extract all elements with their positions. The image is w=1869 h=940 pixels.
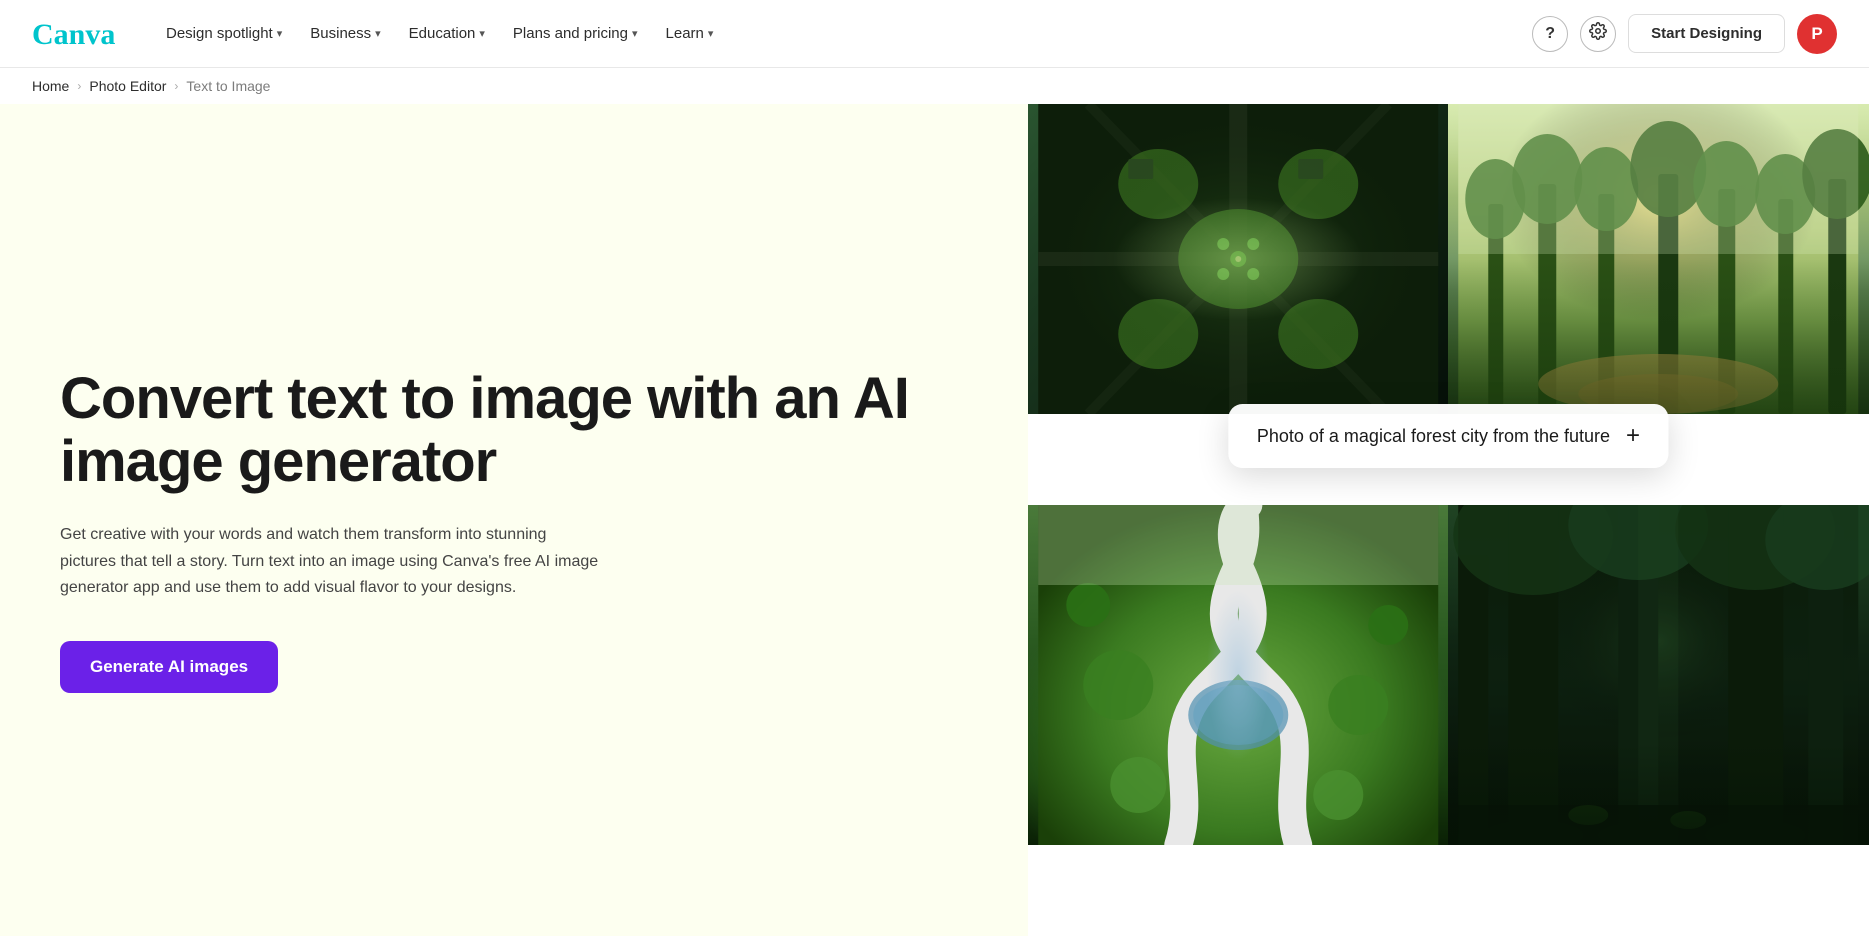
chevron-down-icon: ▾	[277, 27, 283, 40]
question-icon: ?	[1545, 25, 1555, 43]
chevron-down-icon: ▾	[375, 27, 381, 40]
prompt-add-button[interactable]: +	[1626, 422, 1640, 450]
grid-image-bottom-left	[1028, 505, 1449, 936]
main-content: Convert text to image with an AI image g…	[0, 104, 1869, 936]
breadcrumb-photo-editor[interactable]: Photo Editor	[89, 78, 166, 94]
grid-image-bottom-right	[1448, 505, 1869, 936]
ai-prompt-overlay[interactable]: Photo of a magical forest city from the …	[1229, 404, 1668, 468]
nav-links: Design spotlight ▾ Business ▾ Education …	[154, 17, 1524, 50]
misty-forest-image	[1448, 104, 1869, 414]
gear-icon	[1589, 22, 1607, 45]
forest-city-aerial-image	[1028, 104, 1449, 414]
breadcrumb-separator-1: ›	[77, 79, 81, 93]
chevron-down-icon: ▾	[479, 27, 485, 40]
nav-actions: ? Start Designing P	[1532, 14, 1837, 54]
canva-logo[interactable]: Canva	[32, 16, 122, 52]
nav-design-spotlight[interactable]: Design spotlight ▾	[154, 17, 294, 50]
nav-business[interactable]: Business ▾	[298, 17, 392, 50]
user-avatar-button[interactable]: P	[1797, 14, 1837, 54]
hero-description: Get creative with your words and watch t…	[60, 522, 600, 601]
start-designing-button[interactable]: Start Designing	[1628, 14, 1785, 53]
help-button[interactable]: ?	[1532, 16, 1568, 52]
image-grid: Photo of a magical forest city from the …	[1028, 104, 1869, 936]
breadcrumb-current-page: Text to Image	[186, 78, 270, 94]
dark-forest-image	[1448, 505, 1869, 845]
generate-ai-images-button[interactable]: Generate AI images	[60, 641, 278, 693]
nav-learn[interactable]: Learn ▾	[654, 17, 726, 50]
hero-title: Convert text to image with an AI image g…	[60, 367, 968, 495]
winding-road-image	[1028, 505, 1449, 845]
breadcrumb-separator-2: ›	[174, 79, 178, 93]
svg-text:Canva: Canva	[32, 18, 115, 51]
hero-section: Convert text to image with an AI image g…	[0, 104, 1028, 936]
settings-button[interactable]	[1580, 16, 1616, 52]
breadcrumb: Home › Photo Editor › Text to Image	[0, 68, 1869, 104]
chevron-down-icon: ▾	[632, 27, 638, 40]
nav-plans-pricing[interactable]: Plans and pricing ▾	[501, 17, 650, 50]
breadcrumb-home[interactable]: Home	[32, 78, 69, 94]
navigation: Canva Design spotlight ▾ Business ▾ Educ…	[0, 0, 1869, 68]
nav-education[interactable]: Education ▾	[397, 17, 497, 50]
prompt-text: Photo of a magical forest city from the …	[1257, 426, 1610, 447]
chevron-down-icon: ▾	[708, 27, 714, 40]
